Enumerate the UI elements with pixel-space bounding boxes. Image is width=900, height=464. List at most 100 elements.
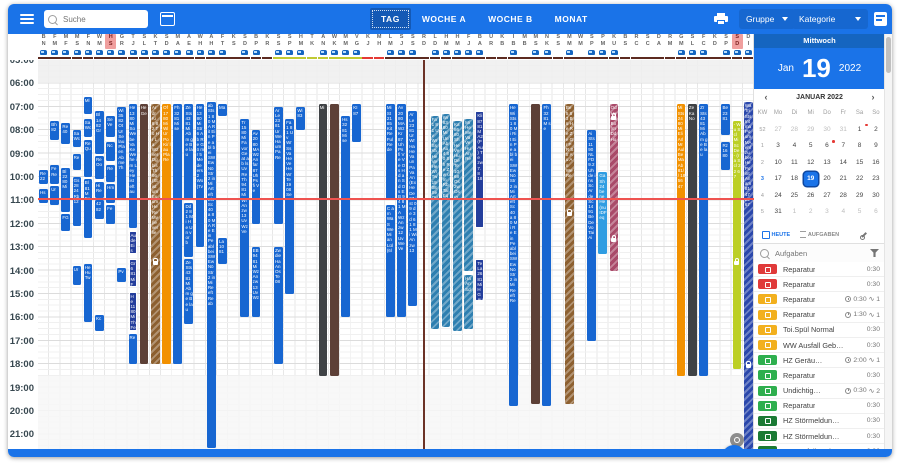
calendar-day[interactable]: 8 [853,139,867,153]
schedule-event[interactable]: Mi Sts 24 80 Mi Eli Arl Mr Aul Be Ma Ab … [676,104,686,376]
schedule-event[interactable]: He 13 80 Mi So We be Va Ke We he im Ley … [128,104,138,229]
calendar-day[interactable]: 27 [771,123,785,137]
task-row[interactable]: HZ Geräu… 2:00 ∿ 1 [754,353,885,369]
calendar-day[interactable]: 25 [787,189,801,203]
task-row[interactable]: HZ Störmeldun… 0:30 [754,429,885,445]
schedule-event[interactable]: Ze Ka No [687,104,697,376]
schedule-event[interactable]: Mi [318,104,328,376]
kategorie-dropdown[interactable]: Kategorie [792,9,868,29]
calendar-icon[interactable] [160,12,175,26]
task-row[interactable]: Reparatur 1:30 ∿ 1 [754,307,885,323]
resource-header[interactable]: AN [318,34,329,49]
resource-header[interactable]: AE [183,34,194,49]
resource-header[interactable]: LD [430,34,441,49]
schedule-event[interactable]: Ar Le 23 81 Ur Wr Ha He Va un Pa Va An (… [408,111,417,306]
resource-header[interactable]: MB [519,34,530,49]
clipboard-icon[interactable] [874,12,887,26]
resource-header[interactable]: KS [228,34,239,49]
schedule-event[interactable]: Te La 26 81 Mi HG Au [475,258,484,301]
schedule-event[interactable]: Sa Wc [83,118,93,138]
calendar-day[interactable]: 31 [836,123,850,137]
task-row[interactable]: Toi.Spül Normal 0:30 [754,322,885,338]
calendar-day[interactable]: 29 [804,123,818,137]
schedule-event[interactable]: Fh 32 81 Mi se [173,104,182,365]
task-search-input[interactable] [773,247,862,259]
schedule-event[interactable]: 42 82 [94,200,104,220]
resource-header[interactable]: KJ [362,34,373,49]
calendar-day[interactable]: 28 [836,189,850,203]
schedule-event[interactable]: - Wu Scl Mi Sc De - (ra Scl 22 67 [732,120,742,369]
menu-icon[interactable] [20,14,34,24]
resource-header[interactable]: SD [161,34,172,49]
calendar-day[interactable]: 6 [869,205,883,219]
schedule-event[interactable]: He 11 80 Mi Th Fe vor Ge ist ab Is Uv [128,291,138,332]
resource-header[interactable]: BP [251,34,262,49]
resource-header[interactable]: WM [575,34,586,49]
gruppe-dropdown[interactable]: Gruppe [739,9,796,29]
schedule-event[interactable]: Re [128,333,138,365]
search-input[interactable] [61,13,135,25]
schedule-event[interactable] [531,104,540,404]
schedule-event[interactable]: Wi 83 80 Mi Un Ab Au 4 80 Sh Re Zw um Rb… [441,113,451,327]
calendar-day[interactable]: 10 [771,156,785,170]
resource-header[interactable]: HM [452,34,463,49]
resource-header[interactable]: TK [307,34,318,49]
resource-header[interactable]: AH [206,34,217,49]
resource-header[interactable]: WK [329,34,340,49]
schedule-event[interactable]: Ur [72,265,82,285]
resource-header[interactable]: SS [553,34,564,49]
calendar-day[interactable]: 24 [771,189,785,203]
task-search-box[interactable] [754,244,885,263]
schedule-event[interactable]: He Ge [139,104,149,365]
schedule-event[interactable]: Be 5 83 Bü He Re Ze Gr PR Str Au An We R… [564,104,574,404]
schedule-event[interactable]: Mi St 21 85 Kit Re Ful Re de [385,104,395,201]
schedule-event[interactable]: Fe [106,205,115,224]
schedule-event[interactable]: Wi 35 82 Ot Ur Se lau Pla en Ab me 7h [117,106,126,201]
resource-header[interactable]: MM [564,34,575,49]
resource-header[interactable]: SD [239,34,250,49]
calendar-day[interactable]: 1 [853,123,868,137]
calendar-day[interactable]: 3 [771,139,785,153]
schedule-event[interactable]: Av 20 80 MA Wz An far 87 Uh Ps fi Ve [251,130,261,224]
calendar-day[interactable]: 3 [820,205,834,219]
view-tab-woche-b[interactable]: WOCHE B [477,8,544,30]
resource-header[interactable]: SD [731,34,743,49]
resource-header[interactable]: BS [620,34,631,49]
calendar-day[interactable]: 30 [820,123,834,137]
schedule-event[interactable]: Fe Re [50,165,59,185]
resource-header[interactable]: GR [116,34,127,49]
task-row[interactable]: Undichtig… 0:30 ∿ 2 [754,383,885,399]
schedule-event[interactable]: Ga Sh 24 be ne He (nu IDF eq [598,172,608,255]
resource-header[interactable]: HM [295,34,306,49]
view-tab-tag[interactable]: TAG [370,8,411,30]
calendar-day[interactable]: 20 [820,172,834,186]
resource-header[interactable]: SP [284,34,295,49]
resource-header[interactable]: GM [676,34,687,49]
calendar-day[interactable]: 14 [836,156,850,170]
resource-header[interactable]: KD [709,34,720,49]
task-row[interactable]: Reparatur 0:30 ∿ 1 [754,292,885,308]
calendar-day[interactable]: 17 [771,172,785,186]
task-row[interactable]: Reparatur 0:30 [754,277,885,293]
resource-header[interactable]: PM [597,34,608,49]
task-row[interactable]: WW Ausfall Geb… 0:30 [754,337,885,354]
calendar-day[interactable]: 31 [771,205,785,219]
schedule-event[interactable]: Hs 32 81 Mi se [341,116,350,318]
schedule-event[interactable]: FG [61,214,71,231]
schedule-event[interactable]: Zw die Ha An Os Te 08 [273,247,283,365]
schedule-event[interactable]: Re 40 [61,123,71,145]
schedule-event[interactable]: Rz 16 80 [721,141,731,170]
resource-header[interactable]: SP [586,34,597,49]
resource-header[interactable]: SL [139,34,150,49]
schedule-event[interactable]: Re [106,165,115,182]
resource-header[interactable]: FN [83,34,94,49]
resource-header[interactable]: SC [642,34,653,49]
schedule-event[interactable]: Bh 82 [50,120,59,140]
calendar-day[interactable]: 5 [804,139,818,153]
resource-header[interactable]: BN [38,34,49,49]
schedule-event[interactable]: Sa Wc [72,130,82,147]
schedule-event[interactable]: Ar Le 23 81 Ur We Ha um Pa Re [273,106,283,224]
task-row[interactable]: HZ Störmeldun… 0:30 [754,413,885,430]
schedule-event[interactable]: Re [72,153,82,170]
schedule-event[interactable]: C am Wa S We Mi an Lül (6l [385,205,395,318]
